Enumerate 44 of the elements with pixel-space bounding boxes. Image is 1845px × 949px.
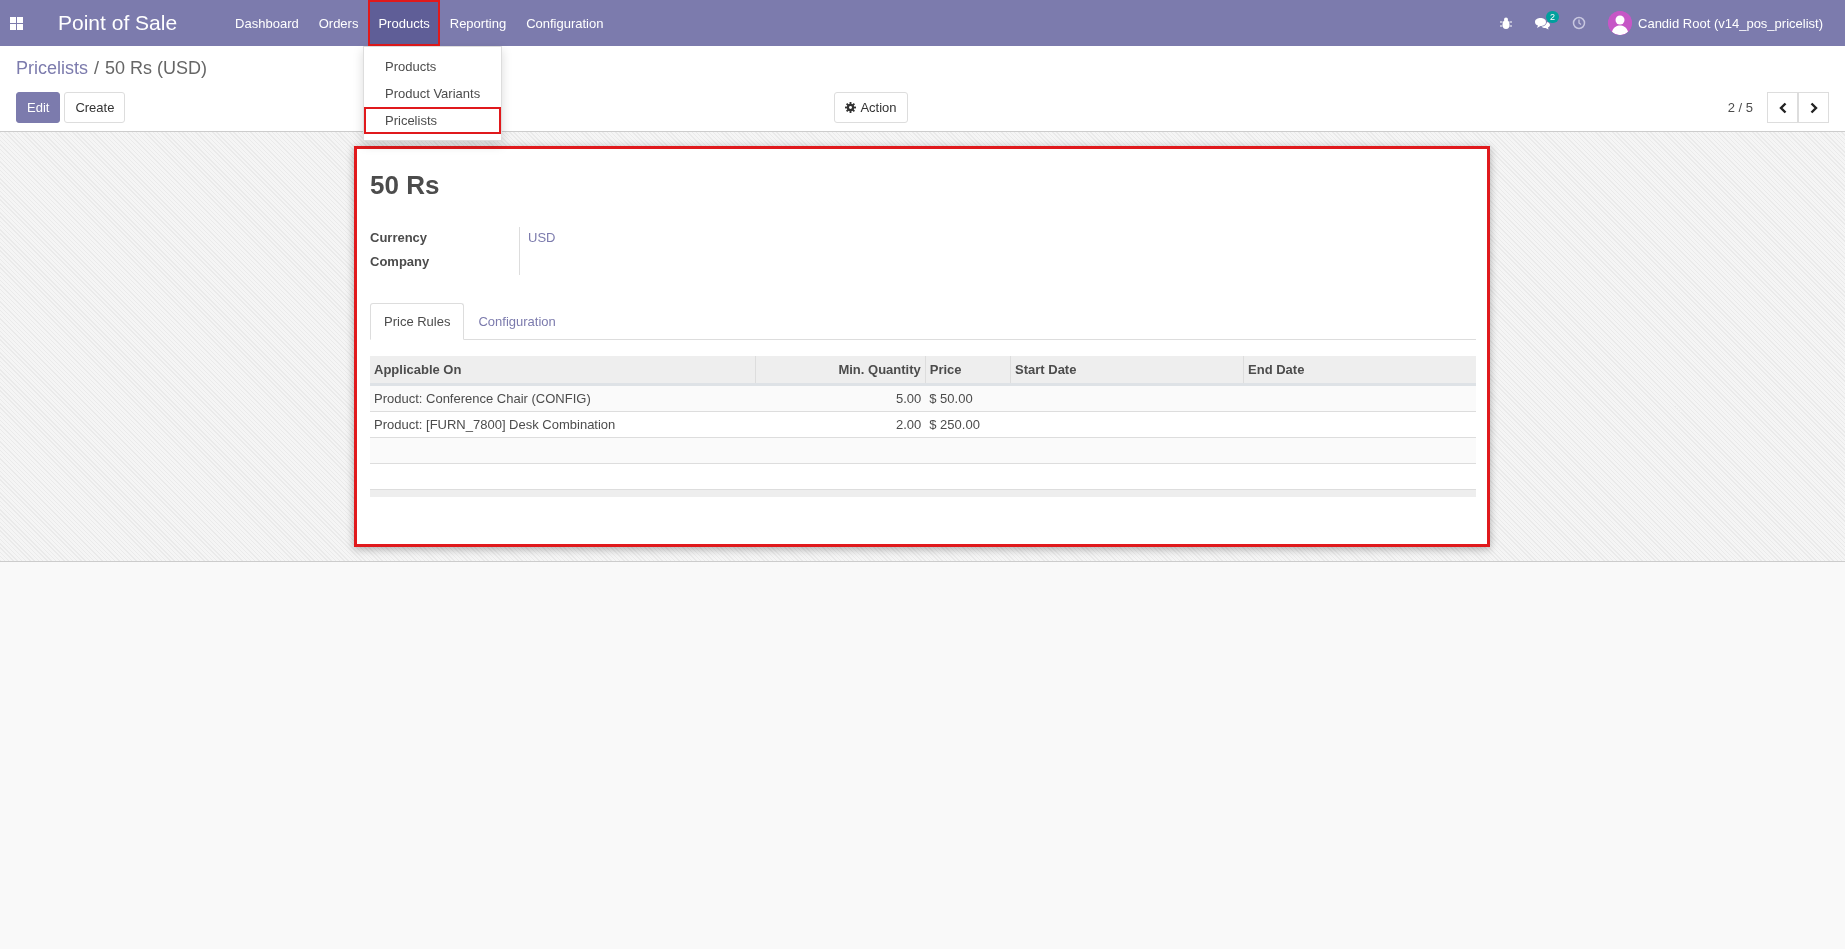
dropdown-item[interactable]: Pricelists [364,107,501,134]
record-title: 50 Rs [370,170,441,201]
action-button[interactable]: Action [834,92,908,123]
field-value-link[interactable]: USD [528,230,556,245]
pager-counter: 2 / 5 [1727,100,1753,115]
menu-item[interactable]: Orders [308,0,369,46]
menu-item[interactable]: Reporting [439,0,517,46]
field-label: Company [370,251,520,275]
dropdown-item[interactable]: Product Variants [364,80,501,107]
table-cell: 5.00 [895,391,922,406]
apps-menu-icon[interactable] [10,16,23,30]
app-title: Point of Sale [58,11,178,35]
dropdown-item[interactable]: Products [364,53,501,80]
clock-icon[interactable] [1572,16,1586,30]
edit-button[interactable]: Edit [16,92,61,123]
column-header[interactable]: Start Date [1015,362,1077,377]
gear-icon [845,102,857,113]
menu-item[interactable]: Dashboard [225,0,309,46]
table-cell: Product: [FURN_7800] Desk Combination [374,417,616,432]
field-label: Currency [370,227,520,251]
table-cell: $ 50.00 [929,391,973,406]
next-button[interactable] [1798,92,1829,123]
chevron-right-icon [1808,101,1819,114]
table-cell: 2.00 [895,417,922,432]
table-cell: Product: Conference Chair (CONFIG) [374,391,591,406]
chevron-left-icon [1777,101,1788,114]
column-header[interactable]: Price [929,362,962,377]
table-cell: $ 250.00 [929,417,980,432]
breadcrumb-separator: / [94,57,100,79]
chat-icon[interactable] [1534,16,1550,30]
user-name[interactable]: Candid Root (v14_pos_pricelist) [1638,15,1823,31]
menu-item[interactable]: Products [368,0,440,46]
breadcrumb-current: 50 Rs (USD) [105,57,208,79]
previous-button[interactable] [1767,92,1798,123]
breadcrumb-link[interactable]: Pricelists [16,57,88,79]
menu-item[interactable]: Configuration [516,0,614,46]
column-header[interactable]: End Date [1248,362,1305,377]
create-button[interactable]: Create [64,92,126,123]
user-avatar[interactable] [1608,11,1632,35]
message-count-badge: 2 [1546,10,1560,23]
bug-icon[interactable] [1500,16,1512,30]
tab[interactable]: Configuration [464,303,570,340]
column-header[interactable]: Applicable On [374,362,462,377]
tab[interactable]: Price Rules [370,303,465,340]
